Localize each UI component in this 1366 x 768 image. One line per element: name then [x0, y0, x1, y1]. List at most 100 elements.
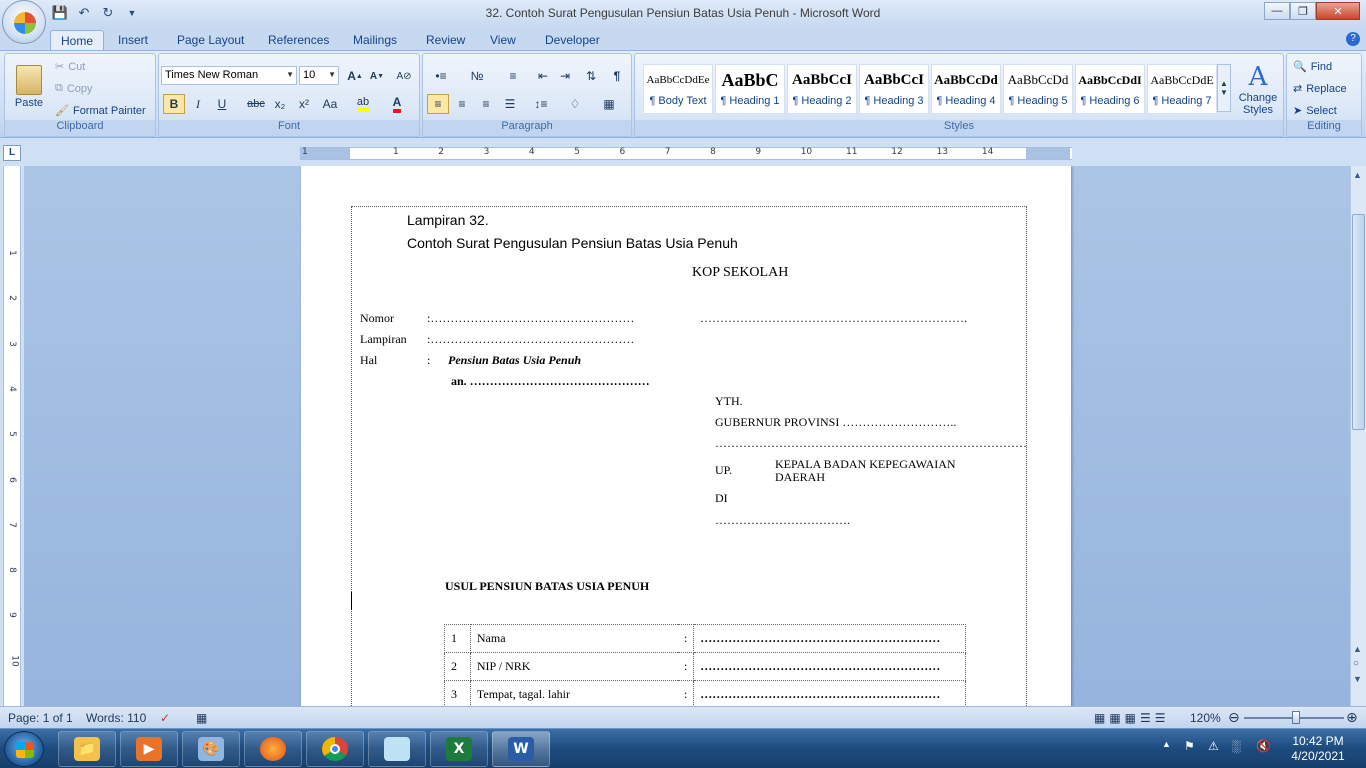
- tab-review[interactable]: Review: [416, 30, 475, 50]
- superscript-button[interactable]: x²: [293, 94, 315, 114]
- proofing-icon[interactable]: ✓: [160, 711, 170, 725]
- replace-button[interactable]: ⇄ Replace: [1293, 82, 1347, 96]
- style-card-1[interactable]: AaBbCcDdEe ¶ Body Text: [643, 64, 713, 114]
- change-case-button[interactable]: Aa: [317, 94, 343, 114]
- line-spacing-icon[interactable]: ↕≡: [527, 94, 555, 114]
- style-card-4[interactable]: AaBbCcI ¶ Heading 3: [859, 64, 929, 114]
- volume-icon[interactable]: 🔇: [1256, 739, 1271, 753]
- brush-icon: 🖌: [55, 105, 69, 117]
- grow-font-icon[interactable]: A ▲: [345, 66, 365, 86]
- align-left-icon[interactable]: ≡: [427, 94, 449, 114]
- paste-label: Paste: [14, 97, 44, 109]
- select-button[interactable]: ➤ Select: [1293, 104, 1337, 118]
- style-card-3[interactable]: AaBbCcI ¶ Heading 2: [787, 64, 857, 114]
- zoom-slider-knob[interactable]: [1292, 711, 1300, 724]
- tab-insert[interactable]: Insert: [108, 30, 158, 50]
- tab-references[interactable]: References: [258, 30, 339, 50]
- style-card-5[interactable]: AaBbCcDd ¶ Heading 4: [931, 64, 1001, 114]
- decrease-indent-icon[interactable]: ⇤: [533, 66, 553, 86]
- sort-icon[interactable]: ⇅: [581, 66, 601, 86]
- ruler-number: 14: [981, 147, 994, 157]
- style-card-6[interactable]: AaBbCcDd ¶ Heading 5: [1003, 64, 1073, 114]
- format-painter-button[interactable]: 🖌 Format Painter: [55, 104, 146, 118]
- numbering-icon[interactable]: №: [463, 66, 491, 86]
- taskbar-chrome[interactable]: [306, 731, 364, 767]
- font-family-combo[interactable]: Times New Roman ▼: [161, 66, 297, 85]
- help-icon[interactable]: ?: [1346, 32, 1360, 46]
- style-card-2[interactable]: AaBbC ¶ Heading 1: [715, 64, 785, 114]
- find-button[interactable]: 🔍 Find: [1293, 60, 1332, 74]
- change-styles-button[interactable]: A Change Styles: [1235, 58, 1281, 120]
- tab-home[interactable]: Home: [50, 30, 105, 50]
- align-center-icon[interactable]: ≡: [451, 94, 473, 114]
- style-card-7[interactable]: AaBbCcDdI ¶ Heading 6: [1075, 64, 1145, 114]
- start-button[interactable]: [4, 731, 44, 767]
- underline-button[interactable]: U: [211, 94, 233, 114]
- justify-icon[interactable]: ☰: [499, 94, 521, 114]
- highlight-icon[interactable]: ab: [351, 94, 375, 114]
- view-buttons[interactable]: ▦▦▦☰☰: [1094, 711, 1170, 725]
- taskbar-file-explorer[interactable]: 📁: [58, 731, 116, 767]
- show-formatting-icon[interactable]: ¶: [607, 66, 627, 86]
- tab-mailings[interactable]: Mailings: [343, 30, 407, 50]
- paste-button[interactable]: Paste: [11, 58, 47, 116]
- italic-button[interactable]: I: [187, 94, 209, 114]
- subscript-button[interactable]: x₂: [269, 94, 291, 114]
- borders-icon[interactable]: ▦: [595, 94, 623, 114]
- office-button[interactable]: [2, 0, 46, 44]
- text-cursor: [351, 592, 352, 610]
- page-count[interactable]: Page: 1 of 1: [8, 711, 73, 725]
- close-icon[interactable]: ✕: [1316, 2, 1360, 20]
- shading-icon[interactable]: ♢: [561, 94, 589, 114]
- copy-button[interactable]: ⧉ Copy: [55, 82, 93, 95]
- zoom-level[interactable]: 120%: [1190, 711, 1221, 725]
- taskbar-firefox[interactable]: [244, 731, 302, 767]
- taskbar-word[interactable]: W: [492, 731, 550, 767]
- clear-formatting-icon[interactable]: A⊘: [393, 66, 415, 86]
- font-size-combo[interactable]: 10 ▼: [299, 66, 339, 85]
- scroll-up-icon[interactable]: ▲: [1353, 170, 1362, 180]
- word-count[interactable]: Words: 110: [86, 711, 146, 725]
- scroll-page-up-icon[interactable]: ▲: [1353, 644, 1362, 654]
- bold-button[interactable]: B: [163, 94, 185, 114]
- taskbar-media-player[interactable]: ▶: [120, 731, 178, 767]
- gallery-scroll-icon[interactable]: ▲ ▼: [1217, 64, 1231, 112]
- change-styles-label: Change Styles: [1238, 92, 1278, 116]
- minimize-icon[interactable]: —: [1264, 2, 1290, 20]
- vertical-scrollbar[interactable]: ▲ ▲ ○ ▼: [1350, 166, 1366, 706]
- taskbar-notepad[interactable]: [368, 731, 426, 767]
- font-color-icon[interactable]: A: [385, 94, 409, 114]
- taskbar-excel[interactable]: X: [430, 731, 488, 767]
- show-hidden-icons[interactable]: ▲: [1162, 739, 1171, 749]
- tab-selector[interactable]: L: [3, 145, 21, 161]
- zoom-out-icon[interactable]: ⊖: [1228, 709, 1240, 726]
- document-area[interactable]: Lampiran 32. Contoh Surat Pengusulan Pen…: [24, 166, 1350, 706]
- document-page[interactable]: Lampiran 32. Contoh Surat Pengusulan Pen…: [301, 166, 1071, 706]
- maximize-icon[interactable]: ❐: [1290, 2, 1316, 20]
- bullets-icon[interactable]: •≡: [427, 66, 455, 86]
- horizontal-ruler[interactable]: 1 1 2 3 4 5 6 7 8 9 10 11 12 13 14: [300, 147, 1072, 160]
- scroll-down-icon[interactable]: ▼: [1353, 674, 1362, 684]
- align-right-icon[interactable]: ≡: [475, 94, 497, 114]
- style-sample: AaBbCcDd: [934, 72, 998, 87]
- taskbar-paint[interactable]: 🎨: [182, 731, 240, 767]
- browse-object-icon[interactable]: ○: [1353, 658, 1359, 669]
- increase-indent-icon[interactable]: ⇥: [555, 66, 575, 86]
- multilevel-list-icon[interactable]: ≡: [499, 66, 527, 86]
- zoom-in-icon[interactable]: ⊕: [1346, 709, 1358, 726]
- macro-icon[interactable]: ▦: [196, 711, 207, 725]
- scroll-thumb[interactable]: [1352, 214, 1365, 430]
- tab-view[interactable]: View: [480, 30, 526, 50]
- clock[interactable]: 10:42 PM 4/20/2021: [1284, 734, 1352, 764]
- style-card-8[interactable]: AaBbCcDdE ¶ Heading 7: [1147, 64, 1217, 114]
- tab-developer[interactable]: Developer: [535, 30, 610, 50]
- security-icon[interactable]: ⚠: [1208, 739, 1219, 753]
- network-icon[interactable]: ░: [1232, 739, 1241, 753]
- flag-alert-icon[interactable]: ⚑: [1184, 739, 1195, 753]
- paragraph-group-label: Paragraph: [423, 120, 631, 136]
- tab-page-layout[interactable]: Page Layout: [167, 30, 254, 50]
- cut-button[interactable]: ✂ Cut: [55, 60, 85, 74]
- strikethrough-button[interactable]: abc: [245, 94, 267, 114]
- shrink-font-icon[interactable]: A ▼: [367, 66, 387, 86]
- zoom-slider[interactable]: [1244, 711, 1344, 724]
